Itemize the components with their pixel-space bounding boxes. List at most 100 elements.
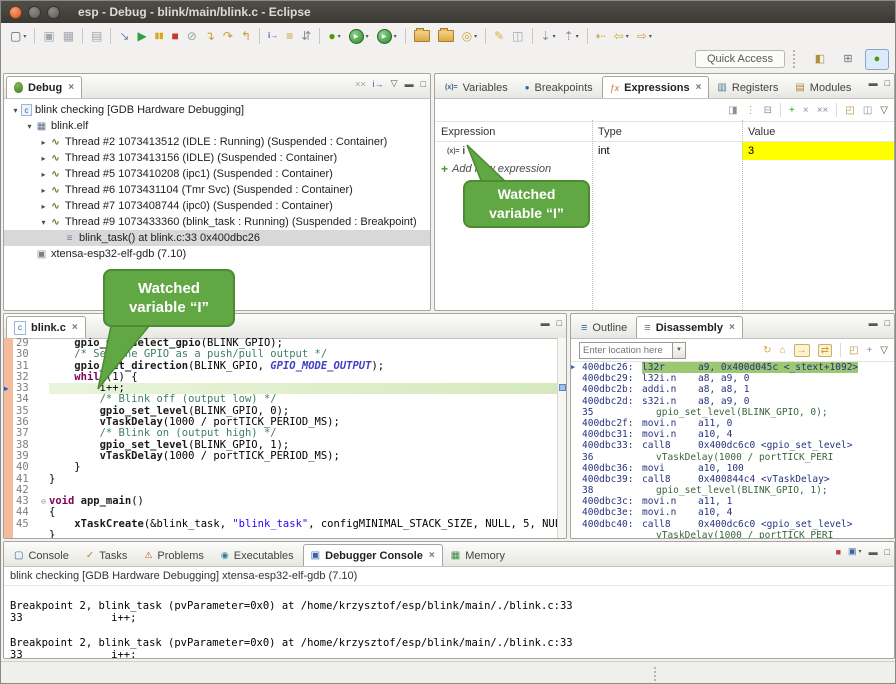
tab-outline[interactable]: Outline bbox=[573, 316, 636, 338]
open-element-button[interactable] bbox=[435, 26, 457, 46]
tree-expander-icon[interactable]: ▸ bbox=[38, 154, 49, 163]
last-edit-location-button[interactable]: ⇠ bbox=[593, 26, 609, 46]
next-annotation-dropdown-icon[interactable]: ▾ bbox=[553, 33, 556, 40]
external-tools-dropdown-icon[interactable]: ▾ bbox=[394, 33, 397, 40]
instruction-stepping-button[interactable]: i→ bbox=[265, 26, 281, 46]
tab-variables[interactable]: Variables bbox=[437, 76, 517, 98]
column-divider[interactable] bbox=[592, 120, 593, 310]
disassembly-line[interactable]: 400dbc29:l32i.na8, a9, 0 bbox=[571, 373, 894, 384]
external-tools-button[interactable]: ▶▾ bbox=[374, 26, 400, 46]
disassembly-line[interactable]: 400dbc40:call80x400dc6c0 <gpio_set_level… bbox=[571, 519, 894, 530]
tab-console[interactable]: Console bbox=[6, 544, 78, 566]
disassembly-line[interactable]: 400dbc33:call80x400dc6c0 <gpio_set_level… bbox=[571, 440, 894, 451]
column-header-type[interactable]: Type bbox=[592, 122, 742, 141]
tree-expander-icon[interactable]: ▸ bbox=[38, 170, 49, 179]
skip-all-breakpoints-button[interactable]: ↘ bbox=[116, 26, 132, 46]
disconnect-button[interactable]: ⊘ bbox=[184, 26, 200, 46]
tree-expander-icon[interactable]: ▸ bbox=[38, 138, 49, 147]
use-step-filters-button[interactable]: ⇵ bbox=[298, 26, 314, 46]
terminate-console-button[interactable]: ■ bbox=[836, 547, 841, 557]
tab-debug[interactable]: Debug× bbox=[6, 76, 82, 98]
disassembly-listing[interactable]: ▶400dbc26:l32ra9, 0x400d045c <_stext+109… bbox=[571, 360, 894, 538]
maximize-icon[interactable]: □ bbox=[885, 318, 890, 328]
step-into-button[interactable]: ↴ bbox=[202, 26, 218, 46]
terminate-button[interactable]: ■ bbox=[169, 26, 182, 46]
tab-debugger-console[interactable]: Debugger Console× bbox=[303, 544, 443, 566]
disassembly-line[interactable]: 38gpio_set_level(BLINK_GPIO, 1); bbox=[571, 485, 894, 496]
column-header-value[interactable]: Value bbox=[742, 122, 894, 141]
minimize-button[interactable]: ▬ bbox=[405, 79, 414, 89]
open-perspective-button[interactable]: ◧ bbox=[809, 49, 831, 68]
tree-row[interactable]: ▾Thread #9 1073433360 (blink_task : Runn… bbox=[4, 214, 430, 230]
disassembly-line[interactable]: 400dbc2d:s32i.na8, a9, 0 bbox=[571, 396, 894, 407]
tree-row[interactable]: ▸Thread #2 1073413512 (IDLE : Running) (… bbox=[4, 134, 430, 150]
view-menu-button[interactable]: ▽ bbox=[880, 345, 888, 356]
display-selected-console-dropdown-icon[interactable]: ▾ bbox=[859, 548, 862, 555]
debug-dropdown-icon[interactable]: ▾ bbox=[338, 33, 341, 40]
save-all-button[interactable]: ▦ bbox=[60, 26, 77, 46]
fold-marker-icon[interactable]: ⊖ bbox=[38, 496, 49, 507]
display-selected-console-button[interactable]: ▣▾ bbox=[848, 546, 862, 557]
forward-button[interactable]: ⇨▾ bbox=[634, 26, 655, 46]
sync-with-context-button[interactable]: ⇄ bbox=[818, 344, 832, 357]
previous-annotation-dropdown-icon[interactable]: ▾ bbox=[576, 33, 579, 40]
tree-expander-icon[interactable]: ▸ bbox=[38, 202, 49, 211]
disassembly-line[interactable]: 35gpio_set_level(BLINK_GPIO, 0); bbox=[571, 407, 894, 418]
tree-row[interactable]: blink_task() at blink.c:33 0x400dbc26 bbox=[4, 230, 430, 246]
minimize-icon[interactable]: ▬ bbox=[541, 318, 550, 328]
remove-all-expressions-button[interactable]: ×× bbox=[817, 105, 829, 116]
maximize-button[interactable]: □ bbox=[421, 79, 426, 89]
window-minimize-button[interactable] bbox=[28, 6, 41, 19]
new-expressions-view-button[interactable]: ◰ bbox=[845, 105, 854, 116]
column-divider[interactable] bbox=[742, 120, 743, 310]
disassembly-line[interactable]: 36vTaskDelay(1000 / portTICK_PERI bbox=[571, 452, 894, 463]
disassembly-line[interactable]: 400dbc3c:movi.na11, 1 bbox=[571, 496, 894, 507]
console-output[interactable]: Breakpoint 2, blink_task (pvParameter=0x… bbox=[10, 588, 894, 659]
quick-access-button[interactable]: Quick Access bbox=[695, 50, 785, 68]
tree-row[interactable]: ▸Thread #3 1073413156 (IDLE) (Suspended … bbox=[4, 150, 430, 166]
close-tab-icon[interactable]: × bbox=[68, 82, 74, 93]
minimize-icon[interactable]: ▬ bbox=[869, 78, 878, 88]
cpp-perspective-button[interactable]: ⊞ bbox=[837, 49, 859, 68]
home-button[interactable]: ⌂ bbox=[780, 345, 786, 356]
next-annotation-button[interactable]: ⇣▾ bbox=[538, 26, 559, 46]
tree-row[interactable]: ▸Thread #6 1073431104 (Tmr Svc) (Suspend… bbox=[4, 182, 430, 198]
debug-button[interactable]: ●▾ bbox=[325, 26, 343, 46]
layout-view-button[interactable]: ◫ bbox=[863, 105, 872, 116]
close-tab-icon[interactable]: × bbox=[696, 82, 702, 93]
tree-row[interactable]: ▾cblink checking [GDB Hardware Debugging… bbox=[4, 102, 430, 118]
tree-row[interactable]: ▸Thread #7 1073408744 (ipc0) (Suspended … bbox=[4, 198, 430, 214]
statusbar-drag-handle[interactable] bbox=[654, 667, 656, 681]
column-header-expression[interactable]: Expression bbox=[435, 122, 592, 141]
disassembly-line[interactable]: 400dbc2b:addi.na8, a8, 1 bbox=[571, 384, 894, 395]
disassembly-line[interactable]: 400dbc39:call80x400844c4 <vTaskDelay> bbox=[571, 474, 894, 485]
maximize-icon[interactable]: □ bbox=[557, 318, 562, 328]
remove-all-terminated-button[interactable]: ×× bbox=[355, 79, 366, 89]
tab-breakpoints[interactable]: Breakpoints bbox=[517, 76, 602, 98]
back-dropdown-icon[interactable]: ▾ bbox=[626, 33, 629, 40]
line-number[interactable]: 30 bbox=[13, 349, 38, 360]
step-over-button[interactable]: ↷ bbox=[220, 26, 236, 46]
show-logical-structures-button[interactable]: ⋮ bbox=[746, 105, 756, 116]
back-button[interactable]: ⇦▾ bbox=[611, 26, 632, 46]
new-button[interactable]: ▢▾ bbox=[7, 26, 29, 46]
tab-disassembly[interactable]: Disassembly× bbox=[636, 316, 743, 338]
maximize-button[interactable]: □ bbox=[885, 547, 890, 557]
tab-problems[interactable]: Problems bbox=[136, 544, 213, 566]
tab-memory[interactable]: Memory bbox=[443, 544, 514, 566]
annotation-ruler[interactable]: ▶ bbox=[4, 338, 13, 538]
disassembly-line[interactable]: 400dbc31:movi.na10, 4 bbox=[571, 429, 894, 440]
minimize-button[interactable]: ▬ bbox=[869, 547, 878, 557]
remove-expression-button[interactable]: × bbox=[803, 105, 809, 116]
show-type-names-button[interactable]: ◨ bbox=[728, 105, 737, 116]
debug-perspective-button[interactable]: ● bbox=[865, 49, 889, 70]
window-maximize-button[interactable] bbox=[47, 6, 60, 19]
forward-dropdown-icon[interactable]: ▾ bbox=[649, 33, 652, 40]
close-tab-icon[interactable]: × bbox=[72, 322, 78, 333]
print-button[interactable]: ▤ bbox=[88, 26, 105, 46]
run-button[interactable]: ▶▾ bbox=[346, 26, 372, 46]
refresh-button[interactable]: ↻ bbox=[763, 345, 771, 356]
tab-blink-c[interactable]: blink.c× bbox=[6, 316, 86, 338]
instruction-stepping-mode-button[interactable]: i→ bbox=[373, 79, 384, 89]
line-number[interactable] bbox=[13, 530, 38, 538]
